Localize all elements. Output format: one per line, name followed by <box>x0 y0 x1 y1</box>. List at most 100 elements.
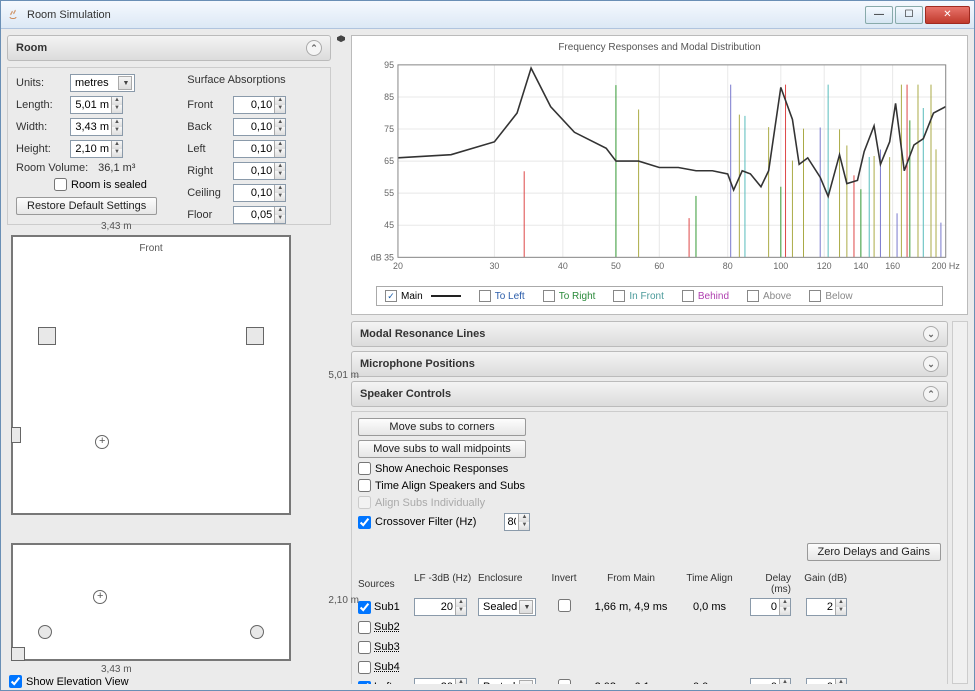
move-subs-corners-button[interactable]: Move subs to corners <box>358 418 526 436</box>
source-invert-checkbox[interactable] <box>558 679 571 684</box>
svg-text:65: 65 <box>384 156 394 166</box>
source-enclosure-dropdown[interactable]: Ported▼ <box>478 678 536 684</box>
left-absorb-label: Left <box>187 143 227 155</box>
pane-splitter[interactable]: ◀▶ <box>337 29 345 690</box>
chevron-up-icon[interactable]: ⌃ <box>923 386 939 402</box>
source-delay-spinner[interactable]: ▲▼ <box>750 678 791 684</box>
svg-text:45: 45 <box>384 220 394 230</box>
maximize-button[interactable]: ☐ <box>895 6 923 24</box>
speaker-right-icon[interactable] <box>246 327 264 345</box>
col-sources-header: Sources <box>358 573 408 595</box>
floor-absorb-spinner[interactable]: ▲▼ <box>233 206 286 224</box>
right-pane: Frequency Responses and Modal Distributi… <box>345 29 974 690</box>
mic-section-label: Microphone Positions <box>360 358 475 370</box>
collapse-icon[interactable]: ⌃ <box>306 40 322 56</box>
mic-section-header[interactable]: Microphone Positions ⌄ <box>351 351 948 377</box>
speaker-left-icon[interactable] <box>38 327 56 345</box>
height-input[interactable] <box>71 141 111 157</box>
legend-toright-checkbox[interactable] <box>543 290 555 302</box>
source-gain-spinner[interactable]: ▲▼ <box>806 598 847 616</box>
source-row: Sub4 <box>358 657 941 677</box>
source-from-main: 2,08 m, 6,1 ms <box>586 681 676 684</box>
front-absorb-spinner[interactable]: ▲▼ <box>233 96 286 114</box>
chevron-down-icon: ▼ <box>118 76 132 90</box>
close-button[interactable]: ✕ <box>925 6 970 24</box>
crossover-checkbox[interactable] <box>358 516 371 529</box>
mic-icon[interactable] <box>95 435 109 449</box>
source-enable-checkbox[interactable] <box>358 621 371 634</box>
modal-section-label: Modal Resonance Lines <box>360 328 485 340</box>
sealed-checkbox[interactable] <box>54 178 67 191</box>
units-value: metres <box>73 77 118 89</box>
source-gain-spinner[interactable]: ▲▼ <box>806 678 847 684</box>
length-spinner[interactable]: ▲▼ <box>70 96 123 114</box>
chart-title: Frequency Responses and Modal Distributi… <box>356 40 963 55</box>
elev-sub-left-icon[interactable] <box>38 625 52 639</box>
source-enable-checkbox[interactable] <box>358 601 371 614</box>
titlebar[interactable]: Room Simulation — ☐ ✕ <box>1 1 974 29</box>
vertical-scrollbar[interactable] <box>952 321 968 684</box>
svg-text:80: 80 <box>723 261 733 271</box>
crossover-spinner[interactable]: ▲▼ <box>504 513 530 531</box>
minimize-button[interactable]: — <box>865 6 893 24</box>
svg-text:85: 85 <box>384 92 394 102</box>
source-name: Sub3 <box>374 641 400 653</box>
ceiling-absorb-spinner[interactable]: ▲▼ <box>233 184 286 202</box>
room-section-header[interactable]: Room ⌃ <box>7 35 331 61</box>
legend-toleft-checkbox[interactable] <box>479 290 491 302</box>
width-spinner[interactable]: ▲▼ <box>70 118 123 136</box>
elev-height-label: 2,10 m <box>328 595 359 606</box>
timealign-checkbox[interactable] <box>358 479 371 492</box>
anechoic-checkbox[interactable] <box>358 462 371 475</box>
source-enable-checkbox[interactable] <box>358 661 371 674</box>
chevron-down-icon[interactable]: ⌄ <box>923 326 939 342</box>
legend-infront-checkbox[interactable] <box>613 290 625 302</box>
source-lf-spinner[interactable]: ▲▼ <box>414 598 467 616</box>
elev-mic-icon[interactable] <box>93 590 107 604</box>
source-lf-spinner[interactable]: ▲▼ <box>414 678 467 684</box>
room-elevation-view[interactable] <box>11 543 291 661</box>
anechoic-label: Show Anechoic Responses <box>375 463 508 475</box>
elev-corner-sub-icon[interactable] <box>11 647 25 661</box>
units-dropdown[interactable]: metres ▼ <box>70 74 135 92</box>
speaker-section-header[interactable]: Speaker Controls ⌃ <box>351 381 948 407</box>
source-enclosure-dropdown[interactable]: Sealed▼ <box>478 598 536 616</box>
height-spinner[interactable]: ▲▼ <box>70 140 123 158</box>
zero-delays-gains-button[interactable]: Zero Delays and Gains <box>807 543 942 561</box>
modal-section-header[interactable]: Modal Resonance Lines ⌄ <box>351 321 948 347</box>
room-plan-view[interactable]: Front <box>11 235 291 515</box>
height-label: Height: <box>16 143 64 155</box>
legend-behind-checkbox[interactable] <box>682 290 694 302</box>
align-indiv-label: Align Subs Individually <box>375 497 485 509</box>
source-invert-checkbox[interactable] <box>558 599 571 612</box>
source-row: Sub3 <box>358 637 941 657</box>
back-absorb-label: Back <box>187 121 227 133</box>
restore-defaults-button[interactable]: Restore Default Settings <box>16 197 157 215</box>
chevron-down-icon[interactable]: ⌄ <box>923 356 939 372</box>
col-from-header: From Main <box>586 573 676 595</box>
source-enable-checkbox[interactable] <box>358 641 371 654</box>
sources-table: Sources LF -3dB (Hz) Enclosure Invert Fr… <box>358 571 941 684</box>
diagram-area: 3,43 m 5,01 m Front 2,10 m 3,43 m <box>7 231 331 665</box>
source-delay-spinner[interactable]: ▲▼ <box>750 598 791 616</box>
elev-sub-right-icon[interactable] <box>250 625 264 639</box>
svg-text:95: 95 <box>384 60 394 70</box>
move-subs-midpoints-button[interactable]: Move subs to wall midpoints <box>358 440 526 458</box>
source-from-main: 1,66 m, 4,9 ms <box>586 601 676 613</box>
speaker-section-label: Speaker Controls <box>360 388 451 400</box>
back-absorb-spinner[interactable]: ▲▼ <box>233 118 286 136</box>
col-enc-header: Enclosure <box>478 573 542 595</box>
sub-icon[interactable] <box>11 427 21 443</box>
legend-above-checkbox[interactable] <box>747 290 759 302</box>
frequency-response-chart[interactable]: dB 3545556575859520304050608010012014016… <box>356 55 963 282</box>
width-input[interactable] <box>71 119 111 135</box>
length-input[interactable] <box>71 97 111 113</box>
right-absorb-spinner[interactable]: ▲▼ <box>233 162 286 180</box>
source-enable-checkbox[interactable] <box>358 681 371 685</box>
left-absorb-spinner[interactable]: ▲▼ <box>233 140 286 158</box>
legend-below-checkbox[interactable] <box>809 290 821 302</box>
show-elevation-checkbox[interactable] <box>9 675 22 688</box>
source-time-align: 0,0 ms <box>682 681 737 684</box>
chart-legend: ✓Main To Left To Right In Front Behind A… <box>376 286 943 306</box>
legend-main-checkbox[interactable]: ✓ <box>385 290 397 302</box>
